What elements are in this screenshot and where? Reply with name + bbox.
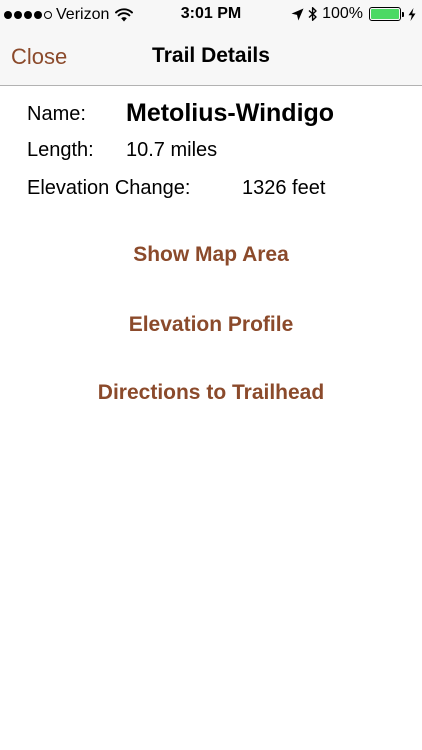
elevation-label: Elevation Change:: [27, 177, 191, 199]
battery-fill: [371, 9, 399, 19]
page-title: Trail Details: [152, 44, 270, 67]
elevation-change: 1326 feet: [242, 177, 326, 199]
battery-percent: 100%: [322, 5, 363, 22]
bluetooth-icon: [308, 7, 317, 21]
status-right: 100%: [291, 5, 416, 23]
battery-tip: [402, 11, 404, 17]
name-row: Name: Metolius-Windigo: [27, 99, 334, 128]
elevation-row: Elevation Change: 1326 feet: [27, 177, 325, 200]
battery-icon: [369, 7, 401, 21]
directions-to-trailhead-button[interactable]: Directions to Trailhead: [0, 381, 422, 405]
length-label: Length:: [27, 139, 94, 161]
elevation-profile-button[interactable]: Elevation Profile: [0, 313, 422, 337]
show-map-area-button[interactable]: Show Map Area: [0, 243, 422, 267]
trail-details-screen: Verizon 3:01 PM 100% Close Trail Details…: [0, 0, 422, 750]
charging-bolt-icon: [408, 7, 416, 21]
navigation-bar: Close Trail Details: [0, 30, 422, 86]
trail-name: Metolius-Windigo: [126, 99, 335, 127]
trail-length: 10.7 miles: [126, 139, 218, 161]
name-label: Name:: [27, 103, 86, 125]
length-row: Length: 10.7 miles: [27, 139, 217, 162]
status-bar: Verizon 3:01 PM 100%: [0, 0, 422, 30]
location-arrow-icon: [291, 8, 304, 20]
